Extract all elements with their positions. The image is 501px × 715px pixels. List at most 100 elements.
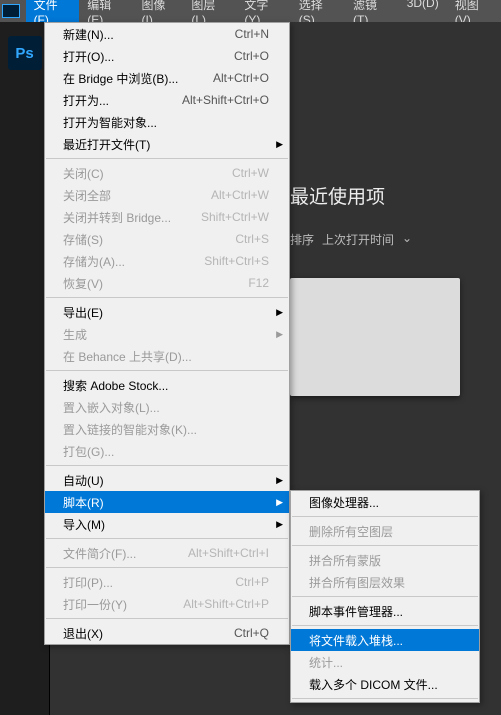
file-menu-item: 置入链接的智能对象(K)... (45, 418, 289, 440)
file-menu: 新建(N)...Ctrl+N打开(O)...Ctrl+O在 Bridge 中浏览… (44, 22, 290, 645)
file-menu-item[interactable]: 打开为...Alt+Shift+Ctrl+O (45, 89, 289, 111)
menu-item-label: 打印(P)... (63, 574, 211, 591)
menu-item-label: 脚本(R) (63, 494, 269, 511)
separator (46, 465, 288, 466)
menu-item-shortcut: Ctrl+P (211, 575, 269, 589)
menu-item-label: 在 Behance 上共享(D)... (63, 348, 269, 365)
menu-item-label: 存储(S) (63, 231, 211, 248)
file-menu-item[interactable]: 打开为智能对象... (45, 111, 289, 133)
separator (292, 625, 478, 626)
menu-item-shortcut: Alt+Ctrl+W (187, 188, 269, 202)
menu-item-label: 拼合所有图层效果 (309, 574, 459, 591)
menu-item-shortcut: Ctrl+O (210, 49, 269, 63)
menu-item-shortcut: Ctrl+Q (210, 626, 269, 640)
sort-row[interactable]: 排序 上次打开时间 ⌄ (290, 231, 491, 248)
file-menu-item[interactable]: 在 Bridge 中浏览(B)...Alt+Ctrl+O (45, 67, 289, 89)
separator (46, 370, 288, 371)
file-menu-item[interactable]: 搜索 Adobe Stock... (45, 374, 289, 396)
file-menu-item: 恢复(V)F12 (45, 272, 289, 294)
file-menu-item: 存储(S)Ctrl+S (45, 228, 289, 250)
script-submenu-item[interactable]: 载入多个 DICOM 文件... (291, 673, 479, 695)
file-menu-item[interactable]: 自动(U) ▶ (45, 469, 289, 491)
menu-item-label: 导出(E) (63, 304, 269, 321)
left-sidebar: Ps (0, 22, 50, 715)
menu-item-label: 置入嵌入对象(L)... (63, 399, 269, 416)
menu-item-label: 关闭并转到 Bridge... (63, 209, 177, 226)
separator (46, 158, 288, 159)
file-menu-item[interactable]: 最近打开文件(T) ▶ (45, 133, 289, 155)
recent-title: 最近使用项 (290, 182, 491, 209)
ps-logo[interactable]: Ps (8, 36, 42, 70)
menu-item-shortcut: Ctrl+S (211, 232, 269, 246)
menu-item-label: 统计... (309, 654, 459, 671)
menu-item-label: 导入(M) (63, 516, 269, 533)
submenu-arrow-icon: ▶ (276, 497, 283, 508)
script-submenu-item[interactable]: 脚本事件管理器... (291, 600, 479, 622)
menu-item-label: 恢复(V) (63, 275, 224, 292)
recent-thumbnail[interactable] (290, 278, 460, 396)
menu-item-label: 载入多个 DICOM 文件... (309, 676, 459, 693)
file-menu-item[interactable]: 新建(N)...Ctrl+N (45, 23, 289, 45)
file-menu-item: 生成▶ (45, 323, 289, 345)
file-menu-item[interactable]: 脚本(R) ▶ (45, 491, 289, 513)
menu-item-label: 将文件载入堆栈... (309, 632, 459, 649)
menu-item-label: 关闭(C) (63, 165, 208, 182)
menu-item-label: 置入链接的智能对象(K)... (63, 421, 269, 438)
menu-item-label: 存储为(A)... (63, 253, 180, 270)
menu-item-shortcut: Shift+Ctrl+W (177, 210, 269, 224)
sort-value: 上次打开时间 (322, 231, 394, 248)
menu-item-label: 脚本事件管理器... (309, 603, 459, 620)
menu-item-shortcut: Ctrl+N (211, 27, 269, 41)
menu-item-label: 打开(O)... (63, 48, 210, 65)
submenu-arrow-icon: ▶ (276, 329, 283, 340)
separator (46, 618, 288, 619)
file-menu-item: 打印(P)...Ctrl+P (45, 571, 289, 593)
script-submenu-item: 统计... (291, 651, 479, 673)
submenu-arrow-icon: ▶ (276, 475, 283, 486)
file-menu-item: 置入嵌入对象(L)... (45, 396, 289, 418)
separator (46, 297, 288, 298)
file-menu-item: 文件简介(F)...Alt+Shift+Ctrl+I (45, 542, 289, 564)
separator (46, 538, 288, 539)
submenu-arrow-icon: ▶ (276, 519, 283, 530)
file-menu-item: 关闭全部Alt+Ctrl+W (45, 184, 289, 206)
submenu-arrow-icon: ▶ (276, 307, 283, 318)
menu-item-label: 文件简介(F)... (63, 545, 164, 562)
separator (292, 516, 478, 517)
script-submenu-item[interactable]: 将文件载入堆栈... (291, 629, 479, 651)
file-menu-item: 存储为(A)...Shift+Ctrl+S (45, 250, 289, 272)
menu-item-label: 图像处理器... (309, 494, 459, 511)
file-menu-item: 打印一份(Y)Alt+Shift+Ctrl+P (45, 593, 289, 615)
menu-item-label: 退出(X) (63, 625, 210, 642)
menu-item-label: 打印一份(Y) (63, 596, 159, 613)
file-menu-item: 关闭(C)Ctrl+W (45, 162, 289, 184)
separator (292, 596, 478, 597)
file-menu-item[interactable]: 打开(O)...Ctrl+O (45, 45, 289, 67)
menu-item-label: 最近打开文件(T) (63, 136, 269, 153)
menu-item-shortcut: Alt+Ctrl+O (189, 71, 269, 85)
menu-item-shortcut: Ctrl+W (208, 166, 269, 180)
menu-item-label: 在 Bridge 中浏览(B)... (63, 70, 189, 87)
menu-item-label: 打开为智能对象... (63, 114, 269, 131)
chevron-down-icon: ⌄ (402, 231, 412, 248)
file-menu-item[interactable]: 导入(M) ▶ (45, 513, 289, 535)
menu-item-label: 拼合所有蒙版 (309, 552, 459, 569)
menu-item-shortcut: F12 (224, 276, 269, 290)
ps-icon (2, 4, 20, 18)
file-menu-item: 关闭并转到 Bridge...Shift+Ctrl+W (45, 206, 289, 228)
menubar: 文件(F)编辑(E)图像(I)图层(L)文字(Y)选择(S)滤镜(T)3D(D)… (0, 0, 501, 22)
menu-item-label: 删除所有空图层 (309, 523, 459, 540)
submenu-arrow-icon: ▶ (276, 139, 283, 150)
file-menu-item[interactable]: 退出(X)Ctrl+Q (45, 622, 289, 644)
script-submenu-item: 删除所有空图层 (291, 520, 479, 542)
file-menu-item[interactable]: 导出(E) ▶ (45, 301, 289, 323)
menu-item-shortcut: Shift+Ctrl+S (180, 254, 269, 268)
file-menu-item: 打包(G)... (45, 440, 289, 462)
menu-item-label: 搜索 Adobe Stock... (63, 377, 269, 394)
script-submenu-item[interactable]: 图像处理器... (291, 491, 479, 513)
menu-item-shortcut: Alt+Shift+Ctrl+I (164, 546, 269, 560)
menu-item-label: 打包(G)... (63, 443, 269, 460)
separator (292, 545, 478, 546)
menu-item-label: 自动(U) (63, 472, 269, 489)
menu-item-label: 打开为... (63, 92, 158, 109)
